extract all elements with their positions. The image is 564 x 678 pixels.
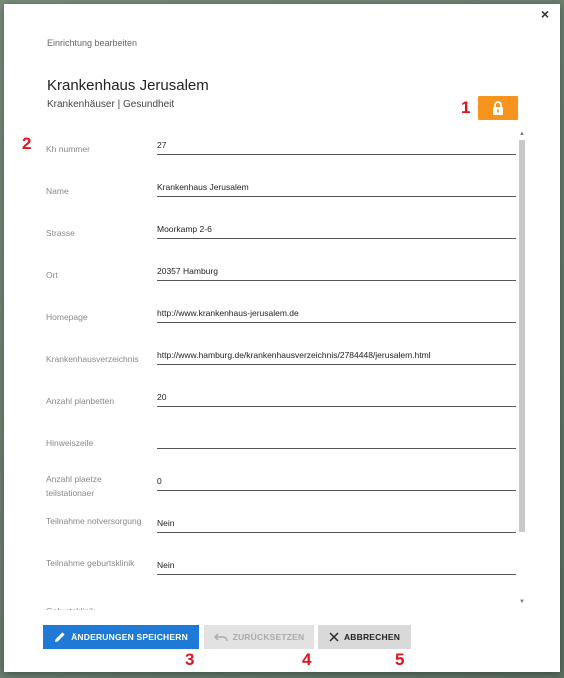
reset-button[interactable]: ZURÜCKSETZEN bbox=[204, 625, 314, 649]
pencil-icon bbox=[54, 631, 66, 643]
field-underline bbox=[157, 322, 516, 323]
form-scrollbar[interactable]: ▲ ▼ bbox=[518, 130, 526, 606]
annotation-2: 2 bbox=[22, 134, 32, 153]
annotation-1: 1 bbox=[461, 98, 471, 117]
scroll-thumb[interactable] bbox=[519, 140, 525, 532]
field-underline bbox=[157, 574, 516, 575]
facility-form: Kh nummer 27 Name Krankenhaus Jerusalem Stra… bbox=[44, 130, 516, 610]
save-changes-button[interactable]: ÄNDERUNGEN SPEICHERN bbox=[43, 625, 199, 649]
cancel-button[interactable]: ABBRECHEN bbox=[318, 625, 411, 649]
cancel-label: ABBRECHEN bbox=[343, 632, 401, 642]
scroll-up-icon[interactable]: ▲ bbox=[518, 130, 526, 138]
undo-icon bbox=[213, 632, 228, 642]
field-input[interactable]: Moorkamp 2-6 bbox=[157, 224, 212, 234]
form-row: Name Krankenhaus Jerusalem bbox=[44, 178, 516, 220]
facility-subtitle: Krankenhäuser | Gesundheit bbox=[47, 99, 175, 110]
field-input[interactable]: 20 bbox=[157, 392, 166, 402]
field-underline bbox=[157, 532, 516, 533]
field-input[interactable]: http://www.krankenhaus-jerusalem.de bbox=[157, 308, 299, 318]
field-input[interactable]: Krankenhaus Jerusalem bbox=[157, 182, 249, 192]
field-input[interactable]: Nein bbox=[157, 560, 174, 570]
scroll-down-icon[interactable]: ▼ bbox=[518, 598, 526, 606]
field-label: Krankenhausverzeichnis bbox=[46, 354, 139, 364]
field-underline bbox=[157, 490, 516, 491]
field-underline bbox=[157, 238, 516, 239]
dialog-caption: Einrichtung bearbeiten bbox=[47, 38, 138, 48]
form-row: Kh nummer 27 bbox=[44, 136, 516, 178]
form-row: Teilnahme notversorgung Nein bbox=[44, 514, 516, 556]
field-input[interactable]: 0 bbox=[157, 476, 162, 486]
form-row: Ort 20357 Hamburg bbox=[44, 262, 516, 304]
form-row: Geburtsklinik bbox=[44, 598, 516, 610]
field-input[interactable]: 20357 Hamburg bbox=[157, 266, 218, 276]
field-label: Ort bbox=[46, 270, 58, 280]
field-input[interactable]: http://www.hamburg.de/krankenhausverzeic… bbox=[157, 350, 431, 360]
field-underline bbox=[157, 448, 516, 449]
lock-icon bbox=[493, 101, 503, 115]
field-label: Anzahl plaetze teilstationaer bbox=[46, 474, 102, 498]
reset-label: ZURÜCKSETZEN bbox=[232, 632, 305, 642]
facility-title: Krankenhaus Jerusalem bbox=[47, 77, 209, 94]
form-row: Anzahl plaetze teilstationaer 0 bbox=[44, 472, 516, 514]
lock-button[interactable] bbox=[478, 96, 518, 120]
form-row: Krankenhausverzeichnis http://www.hamburg… bbox=[44, 346, 516, 388]
field-input[interactable]: Nein bbox=[157, 518, 174, 528]
field-label: Geburtsklinik bbox=[46, 604, 151, 610]
edit-facility-dialog: × Einrichtung bearbeiten Krankenhaus Jer… bbox=[4, 4, 560, 672]
form-row: Strasse Moorkamp 2-6 bbox=[44, 220, 516, 262]
form-row: Hinweiszeile bbox=[44, 430, 516, 472]
field-underline bbox=[157, 364, 516, 365]
field-underline bbox=[157, 406, 516, 407]
save-changes-label: ÄNDERUNGEN SPEICHERN bbox=[71, 632, 188, 642]
annotation-5: 5 bbox=[395, 650, 405, 669]
field-label: Kh nummer bbox=[46, 144, 90, 154]
field-underline bbox=[157, 280, 516, 281]
field-label: Teilnahme notversorgung bbox=[46, 516, 142, 526]
form-row: Teilnahme geburtsklinik Nein bbox=[44, 556, 516, 598]
field-label: Hinweiszeile bbox=[46, 438, 94, 448]
field-label: Name bbox=[46, 186, 69, 196]
field-label: Teilnahme geburtsklinik bbox=[46, 558, 135, 568]
form-row: Homepage http://www.krankenhaus-jerusalem… bbox=[44, 304, 516, 346]
field-input[interactable]: 27 bbox=[157, 140, 166, 150]
field-label: Anzahl planbetten bbox=[46, 396, 115, 406]
field-label: Strasse bbox=[46, 228, 75, 238]
form-row: Anzahl planbetten 20 bbox=[44, 388, 516, 430]
field-underline bbox=[157, 196, 516, 197]
annotation-4: 4 bbox=[302, 650, 312, 669]
field-underline bbox=[157, 154, 516, 155]
close-x-icon bbox=[329, 632, 339, 642]
close-icon[interactable]: × bbox=[538, 7, 552, 21]
annotation-3: 3 bbox=[185, 650, 195, 669]
field-label: Homepage bbox=[46, 312, 88, 322]
